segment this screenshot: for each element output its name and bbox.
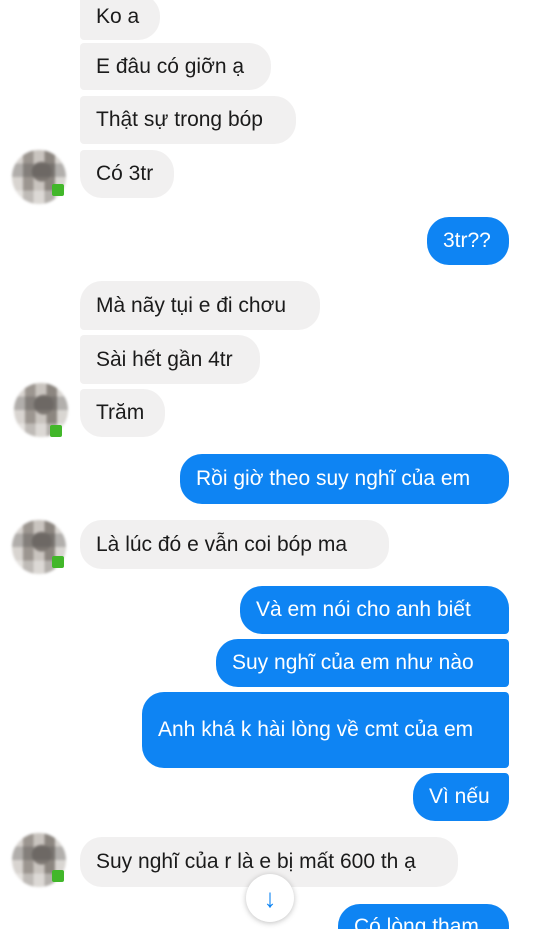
online-indicator	[52, 184, 64, 196]
arrow-down-icon: ↓	[263, 883, 277, 913]
message-incoming[interactable]: Mà nãy tụi e đi chơu	[80, 281, 320, 330]
online-indicator	[52, 870, 64, 882]
message-incoming[interactable]: Là lúc đó e vẫn coi bóp ma	[80, 520, 389, 569]
message-outgoing[interactable]: Suy nghĩ của em như nào	[216, 639, 509, 687]
message-incoming[interactable]: Có 3tr	[80, 150, 174, 198]
message-outgoing[interactable]: Rồi giờ theo suy nghĩ của em	[180, 454, 509, 504]
message-outgoing[interactable]: 3tr??	[427, 217, 509, 265]
message-incoming[interactable]: Sài hết gần 4tr	[80, 335, 260, 384]
message-outgoing[interactable]: Và em nói cho anh biết	[240, 586, 509, 634]
message-incoming[interactable]: Thật sự trong bóp	[80, 96, 296, 144]
message-outgoing[interactable]: Anh khá k hài lòng về cmt của em	[142, 692, 509, 768]
online-indicator	[52, 556, 64, 568]
message-outgoing[interactable]: Vì nếu	[413, 773, 509, 821]
message-outgoing[interactable]: Có lòng tham	[338, 904, 509, 929]
chat-screen: Ko a E đâu có giỡn ạ Thật sự trong bóp C…	[0, 0, 540, 929]
message-incoming[interactable]: Ko a	[80, 0, 160, 40]
online-indicator	[50, 425, 62, 437]
message-incoming[interactable]: E đâu có giỡn ạ	[80, 43, 271, 90]
message-incoming[interactable]: Trăm	[80, 389, 165, 437]
scroll-to-bottom-button[interactable]: ↓	[246, 874, 294, 922]
